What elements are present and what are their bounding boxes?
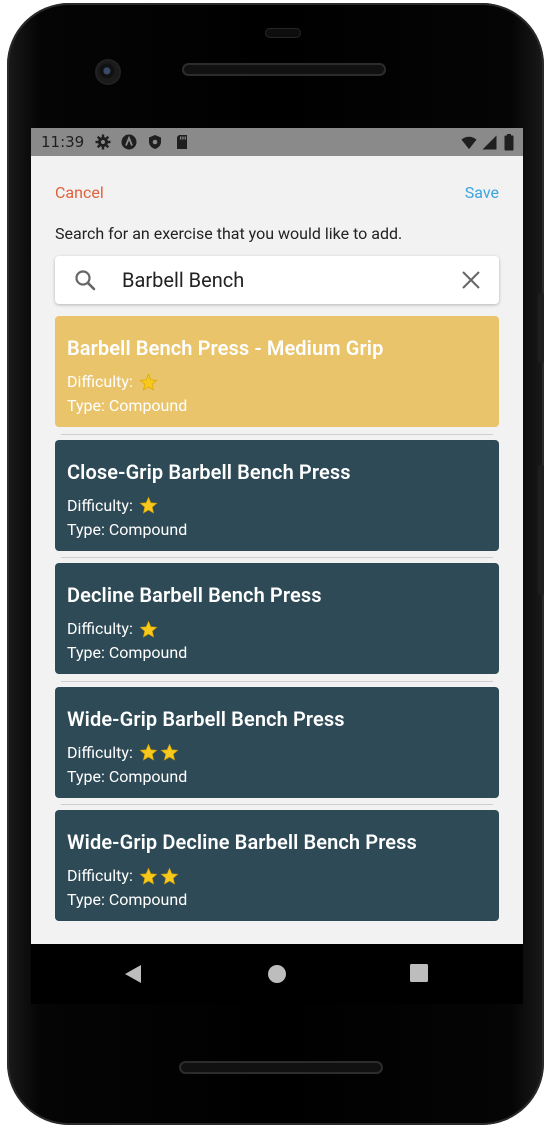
list-divider xyxy=(61,433,493,435)
recents-icon[interactable] xyxy=(410,964,428,986)
power-button xyxy=(538,293,544,363)
front-camera xyxy=(97,61,119,83)
difficulty-stars xyxy=(139,867,179,886)
exercise-type: Type: Compound xyxy=(67,643,188,662)
volume-button xyxy=(538,465,544,595)
save-button[interactable]: Save xyxy=(465,183,499,202)
bottom-speaker xyxy=(179,1061,383,1074)
close-icon[interactable] xyxy=(461,270,481,294)
exercise-title: Barbell Bench Press - Medium Grip xyxy=(67,336,384,360)
difficulty-label: Difficulty: xyxy=(67,619,133,638)
difficulty-label: Difficulty: xyxy=(67,372,133,391)
search-bar[interactable]: Barbell Bench xyxy=(55,256,499,304)
battery-icon xyxy=(501,133,517,150)
difficulty-row: Difficulty: xyxy=(67,864,487,888)
star-icon xyxy=(139,496,158,515)
status-bar: 11:39 xyxy=(31,128,523,156)
star-icon xyxy=(139,620,158,639)
difficulty-row: Difficulty: xyxy=(67,741,487,765)
list-divider xyxy=(61,680,493,682)
difficulty-label: Difficulty: xyxy=(67,495,133,515)
star-icon xyxy=(139,867,158,886)
star-icon xyxy=(139,373,158,392)
navigation-bar xyxy=(31,944,523,1004)
difficulty-label: Difficulty: xyxy=(67,866,133,885)
exercise-title: Decline Barbell Bench Press xyxy=(67,583,322,607)
difficulty-row: Difficulty: xyxy=(67,494,487,518)
difficulty-row: Difficulty: xyxy=(67,370,487,394)
cancel-button[interactable]: Cancel xyxy=(55,183,104,202)
difficulty-stars xyxy=(139,496,158,515)
star-icon xyxy=(160,743,179,762)
search-instructions: Search for an exercise that you would li… xyxy=(55,224,403,243)
shield-icon xyxy=(147,134,163,150)
top-speaker-slit xyxy=(265,28,301,38)
exercise-card[interactable]: Wide-Grip Decline Barbell Bench Press Dif… xyxy=(55,810,499,921)
signal-icon xyxy=(481,134,497,150)
exercise-title: Wide-Grip Barbell Bench Press xyxy=(67,706,345,731)
difficulty-stars xyxy=(139,373,158,392)
home-icon[interactable] xyxy=(267,964,287,988)
exercise-card-selected[interactable]: Barbell Bench Press - Medium Grip Difficu… xyxy=(55,316,499,427)
difficulty-stars xyxy=(139,743,179,762)
exercise-title: Close-Grip Barbell Bench Press xyxy=(67,459,351,484)
exercise-card[interactable]: Close-Grip Barbell Bench Press Difficulty… xyxy=(55,439,499,551)
list-divider xyxy=(61,557,493,558)
star-icon xyxy=(139,743,158,762)
back-icon[interactable] xyxy=(123,964,143,988)
difficulty-label: Difficulty: xyxy=(67,742,133,762)
exercise-type: Type: Compound xyxy=(67,766,188,786)
search-icon xyxy=(73,268,97,296)
wifi-icon xyxy=(461,134,477,150)
exercise-type: Type: Compound xyxy=(67,519,188,539)
exercise-type: Type: Compound xyxy=(67,396,188,415)
app-a-icon xyxy=(121,134,137,150)
exercise-type: Type: Compound xyxy=(67,890,188,909)
list-divider xyxy=(61,804,493,805)
exercise-card[interactable]: Decline Barbell Bench Press Difficulty: Ty… xyxy=(55,563,499,674)
app-screen: 11:39 Cancel Save Search for an exercise… xyxy=(31,128,523,944)
exercise-card[interactable]: Wide-Grip Barbell Bench Press Difficulty:… xyxy=(55,686,499,798)
search-input[interactable]: Barbell Bench xyxy=(122,268,244,292)
exercise-title: Wide-Grip Decline Barbell Bench Press xyxy=(67,830,417,854)
sd-card-icon xyxy=(174,134,190,150)
settings-icon xyxy=(95,134,111,150)
difficulty-row: Difficulty: xyxy=(67,617,487,641)
difficulty-stars xyxy=(139,620,158,639)
status-time: 11:39 xyxy=(41,133,85,151)
earpiece-speaker xyxy=(182,63,386,76)
star-icon xyxy=(160,867,179,886)
